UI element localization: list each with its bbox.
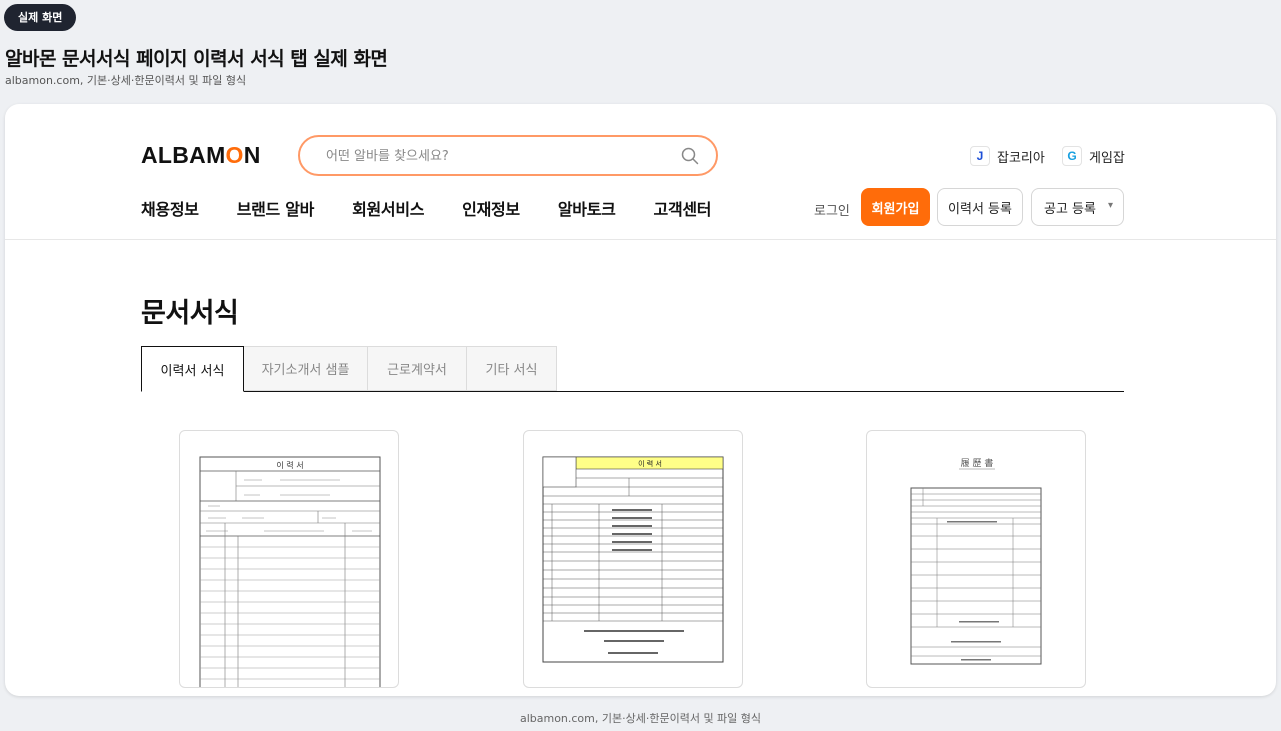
- nav-item-talent[interactable]: 인재정보: [462, 196, 520, 220]
- jobkorea-label: 잡코리아: [997, 150, 1045, 166]
- resume-register-button[interactable]: 이력서 등록: [937, 188, 1023, 226]
- main-nav: 채용정보 브랜드 알바 회원서비스 인재정보 알바토크 고객센터: [141, 196, 712, 220]
- nav-item-albatalk[interactable]: 알바토크: [558, 196, 616, 220]
- footer-caption: albamon.com, 기본·상세·한문이력서 및 파일 형식: [519, 712, 762, 725]
- nav-item-jobs[interactable]: 채용정보: [141, 196, 199, 220]
- login-link[interactable]: 로그인: [814, 200, 850, 219]
- search-box: [298, 135, 718, 176]
- detailed-form-title: 이 력 서: [638, 459, 662, 468]
- detailed-resume-thumbnail: 이 력 서: [542, 456, 724, 663]
- screenshot-badge: 실제 화면: [4, 4, 77, 31]
- search-input[interactable]: [326, 145, 666, 167]
- basic-resume-thumbnail: 이 력 서: [199, 456, 381, 687]
- basic-form-title: 이 력 서: [276, 460, 303, 470]
- tab-other-forms[interactable]: 기타 서식: [467, 346, 557, 391]
- resume-form-card-hanja[interactable]: 履 歷 書: [866, 430, 1086, 688]
- header-divider: [5, 239, 1276, 240]
- post-register-button[interactable]: 공고 등록 ▾: [1031, 188, 1124, 226]
- search-icon[interactable]: [680, 146, 700, 166]
- albamon-logo[interactable]: ALBAMON: [141, 142, 261, 169]
- nav-item-member-services[interactable]: 회원서비스: [352, 196, 424, 220]
- tab-cover-letter-samples[interactable]: 자기소개서 샘플: [244, 346, 368, 391]
- hanja-form-title: 履 歷 書: [961, 457, 994, 469]
- jobkorea-link[interactable]: J 잡코리아: [970, 146, 1045, 166]
- logo-text-end: N: [243, 142, 261, 168]
- join-button[interactable]: 회원가입: [861, 188, 930, 226]
- post-register-label: 공고 등록: [1044, 201, 1096, 217]
- chevron-down-icon: ▾: [1107, 200, 1113, 211]
- browser-frame: ALBAMON J 잡코리아 G 게임잡 채용정보 브랜드 알바 회원서비스 인…: [5, 104, 1276, 696]
- tab-labor-contract[interactable]: 근로계약서: [368, 346, 467, 391]
- page-title: 문서서식: [141, 298, 239, 329]
- gamejob-icon: G: [1062, 146, 1082, 166]
- resume-form-card-basic[interactable]: 이 력 서: [179, 430, 399, 688]
- nav-item-customer-center[interactable]: 고객센터: [654, 196, 712, 220]
- tab-resume-forms[interactable]: 이력서 서식: [141, 346, 244, 392]
- hanja-resume-thumbnail: 履 歷 書: [910, 457, 1042, 665]
- gamejob-link[interactable]: G 게임잡: [1062, 146, 1125, 166]
- page-subtitle: albamon.com, 기본·상세·한문이력서 및 파일 형식: [5, 74, 247, 87]
- form-tabs: 이력서 서식 자기소개서 샘플 근로계약서 기타 서식: [141, 346, 1124, 392]
- logo-text-start: ALBAM: [141, 142, 226, 168]
- logo-o-mark: O: [225, 142, 244, 168]
- jobkorea-icon: J: [970, 146, 990, 166]
- page-heading: 알바몬 문서서식 페이지 이력서 서식 탭 실제 화면: [5, 48, 388, 70]
- gamejob-label: 게임잡: [1089, 150, 1125, 166]
- nav-item-brand[interactable]: 브랜드 알바: [237, 196, 315, 220]
- photo-box: [542, 456, 577, 488]
- resume-form-card-detailed[interactable]: 이 력 서: [523, 430, 743, 688]
